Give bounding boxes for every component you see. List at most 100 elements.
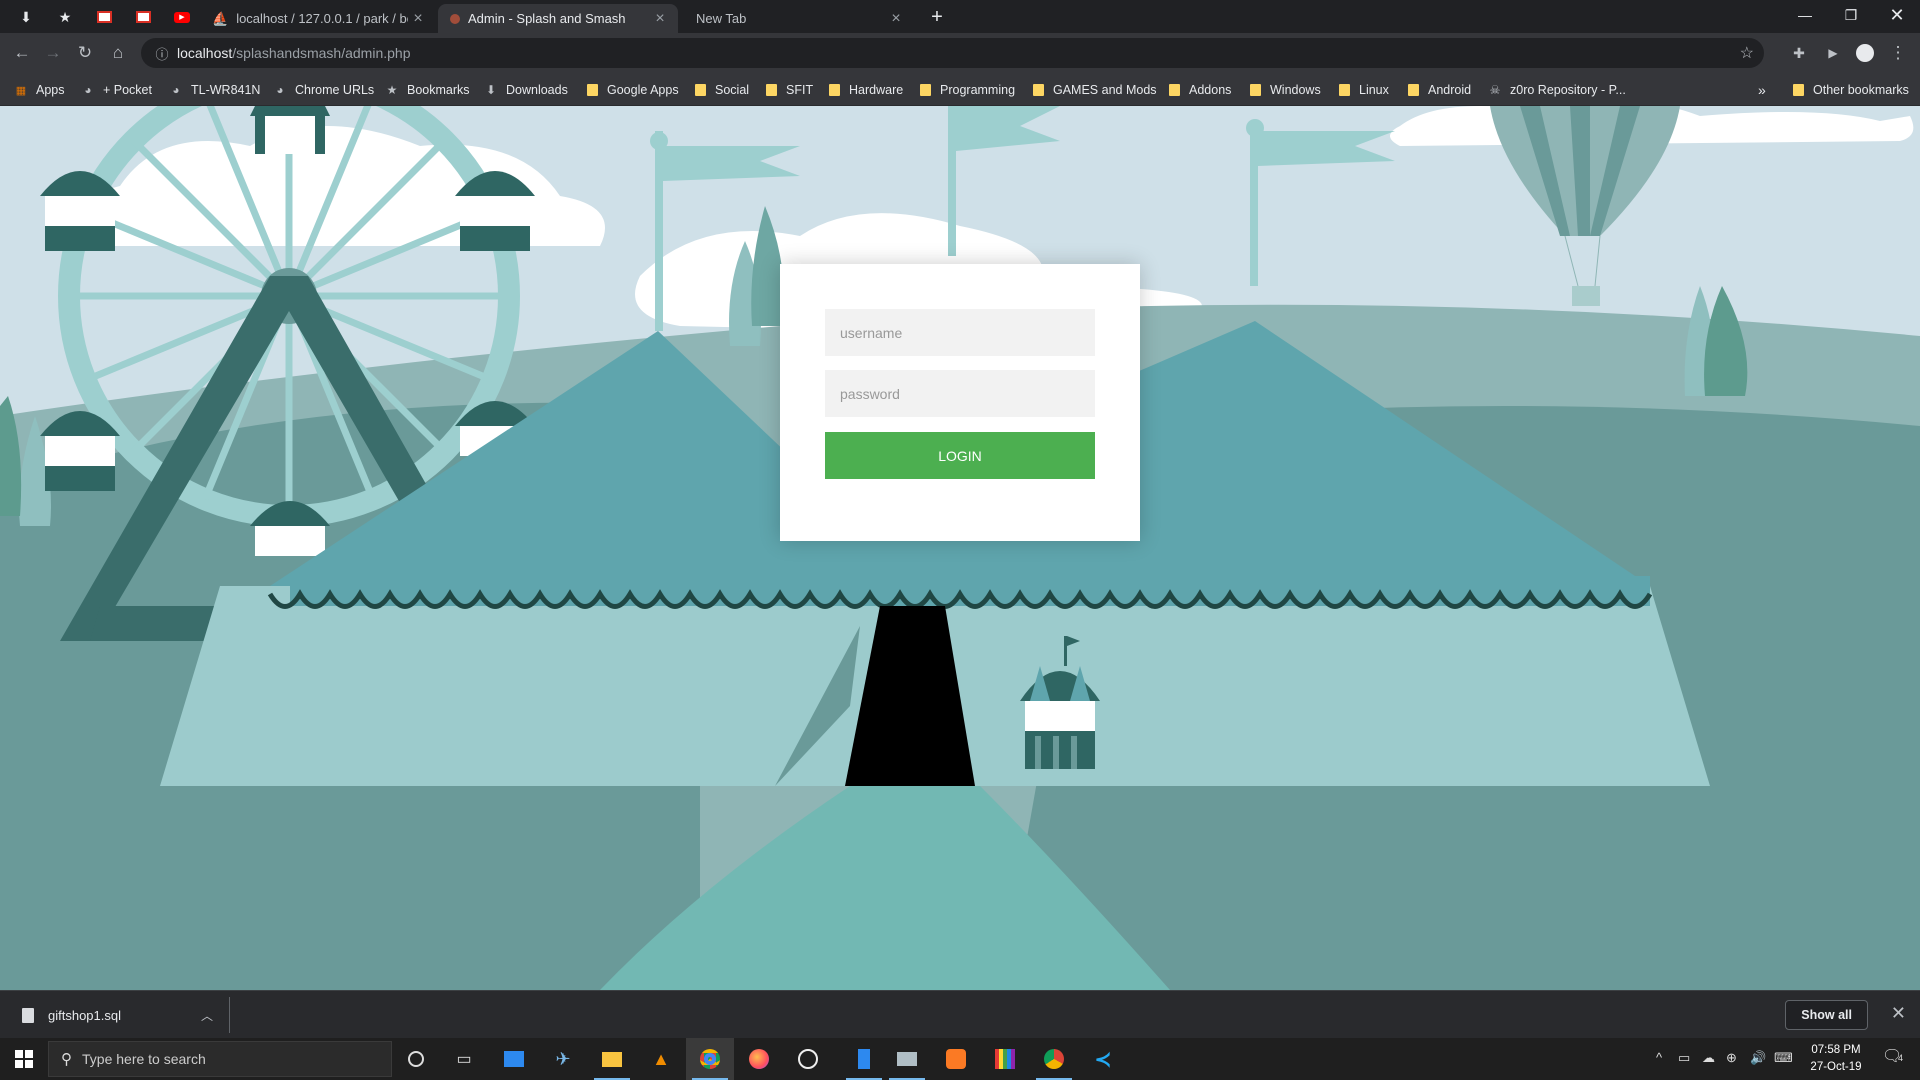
close-icon[interactable]: × — [650, 10, 670, 28]
bookmark-folder-social[interactable]: Social — [693, 81, 749, 99]
pinned-tab-youtube[interactable]: ▶ — [165, 4, 199, 30]
bookmark-downloads[interactable]: ⬇ Downloads — [484, 81, 568, 99]
taskbar-app-devices[interactable] — [840, 1038, 888, 1080]
menu-button[interactable]: ⋮ — [1886, 41, 1910, 65]
windows-logo-icon — [15, 1050, 33, 1068]
action-center-button[interactable]: 🗨 4 — [1882, 1046, 1903, 1066]
cortana-circle-icon — [408, 1051, 424, 1067]
app-icon — [798, 1049, 818, 1069]
bookmark-z0ro-repository[interactable]: ☠ z0ro Repository - P... — [1488, 81, 1626, 99]
taskbar-file-explorer[interactable] — [588, 1038, 636, 1080]
bookmark-folder-windows[interactable]: Windows — [1248, 81, 1321, 99]
tab-phpmyadmin[interactable]: ⛵ localhost / 127.0.0.1 / park / boo × — [200, 4, 436, 33]
taskbar-app-windows[interactable] — [883, 1038, 931, 1080]
show-all-button[interactable]: Show all — [1785, 1000, 1868, 1030]
back-button[interactable]: ← — [10, 41, 34, 65]
close-icon[interactable]: × — [408, 10, 428, 28]
taskbar-app-bars[interactable] — [981, 1038, 1029, 1080]
forward-button[interactable]: → — [41, 41, 65, 65]
folder-icon — [827, 83, 841, 97]
task-view-button[interactable]: ▭ — [440, 1038, 488, 1080]
taskbar-xampp[interactable] — [932, 1038, 980, 1080]
reload-button[interactable]: ↻ — [73, 41, 97, 65]
profile-button[interactable] — [1853, 41, 1877, 65]
home-button[interactable]: ⌂ — [106, 41, 130, 65]
arrow-right-icon: → — [44, 43, 62, 62]
bookmark-star-icon[interactable]: ☆ — [1740, 43, 1754, 63]
bookmark-folder-linux[interactable]: Linux — [1337, 81, 1389, 99]
taskbar-vscode[interactable]: ≺ — [1079, 1038, 1127, 1080]
bookmarks-overflow-button[interactable]: » — [1758, 81, 1766, 99]
chevron-up-icon[interactable]: ︿ — [201, 1007, 213, 1024]
username-input[interactable] — [825, 309, 1095, 356]
tab-admin-splash[interactable]: Admin - Splash and Smash × — [438, 4, 678, 33]
bookmark-folder-hardware[interactable]: Hardware — [827, 81, 903, 99]
address-bar[interactable]: ⓘ localhost/splashandsmash/admin.php ☆ — [141, 38, 1764, 68]
bookmark-label: TL-WR841N — [191, 83, 261, 97]
bookmark-folder-programming[interactable]: Programming — [918, 81, 1015, 99]
pinned-tab-downloads[interactable]: ⬇ — [9, 4, 43, 30]
bookmark-folder-sfit[interactable]: SFIT — [764, 81, 813, 99]
close-icon[interactable]: ✕ — [1891, 1003, 1906, 1024]
kebab-menu-icon: ⋮ — [1889, 43, 1907, 62]
bookmark-folder-addons[interactable]: Addons — [1167, 81, 1231, 99]
media-button[interactable]: ▶ — [1821, 41, 1845, 65]
bookmark-label: Windows — [1270, 83, 1321, 97]
globe-icon: ◕ — [172, 83, 180, 97]
extensions-button[interactable]: ✚ — [1787, 41, 1811, 65]
login-form: LOGIN — [780, 264, 1140, 541]
taskbar-chrome[interactable] — [686, 1038, 734, 1080]
xampp-icon — [946, 1049, 966, 1069]
keyboard-icon[interactable]: ⌨ — [1774, 1050, 1793, 1066]
taskbar-vlc[interactable]: ▲ — [637, 1038, 685, 1080]
bookmark-other-bookmarks[interactable]: Other bookmarks — [1791, 81, 1909, 99]
bookmark-folder-google-apps[interactable]: Google Apps — [585, 81, 679, 99]
firefox-icon — [749, 1049, 769, 1069]
bookmark-pocket[interactable]: ◕ + Pocket — [81, 81, 152, 99]
folder-icon — [918, 83, 932, 97]
tab-new-tab[interactable]: New Tab × — [678, 4, 914, 33]
download-icon: ⬇ — [20, 8, 32, 25]
skull-icon: ☠ — [1489, 83, 1501, 97]
globe-icon[interactable]: ⊕ — [1726, 1050, 1737, 1066]
start-button[interactable] — [0, 1038, 48, 1080]
close-icon[interactable]: × — [886, 10, 906, 28]
bookmark-folder-android[interactable]: Android — [1406, 81, 1471, 99]
taskbar-firefox[interactable] — [735, 1038, 783, 1080]
bookmark-label: Apps — [36, 83, 65, 97]
pinned-tab-gmail-2[interactable] — [126, 4, 160, 30]
bookmark-label: Other bookmarks — [1813, 83, 1909, 97]
carnival-background-illustration — [0, 106, 1920, 990]
pinned-tab-bookmarks[interactable]: ★ — [48, 4, 82, 30]
pinned-tab-gmail-1[interactable] — [87, 4, 121, 30]
folder-icon — [1791, 83, 1805, 97]
bookmark-apps[interactable]: ▦ Apps — [14, 81, 65, 99]
login-button[interactable]: LOGIN — [825, 432, 1095, 479]
system-clock[interactable]: 07:58 PM 27-Oct-19 — [1796, 1042, 1876, 1076]
download-item[interactable]: giftshop1.sql ︿ — [10, 997, 230, 1033]
taskbar-search-box[interactable]: ⚲ Type here to search — [48, 1041, 392, 1077]
folder-icon — [764, 83, 778, 97]
volume-icon[interactable]: 🔊 — [1750, 1050, 1766, 1066]
info-icon[interactable]: ⓘ — [147, 44, 177, 63]
restore-button[interactable]: ❐ — [1828, 0, 1874, 30]
chevron-up-icon[interactable]: ^ — [1656, 1050, 1662, 1065]
bookmark-chrome-urls[interactable]: ◕ Chrome URLs — [273, 81, 374, 99]
minimize-button[interactable]: — — [1782, 0, 1828, 30]
bookmark-label: Bookmarks — [407, 83, 470, 97]
close-window-button[interactable]: ✕ — [1874, 0, 1920, 30]
taskbar-app-steam[interactable] — [784, 1038, 832, 1080]
bookmark-bookmarks[interactable]: ★ Bookmarks — [385, 81, 470, 99]
tab-title: New Tab — [696, 11, 747, 26]
network-device-icon[interactable]: ▭ — [1678, 1050, 1690, 1066]
bookmark-tl-wr841n[interactable]: ◕ TL-WR841N — [169, 81, 260, 99]
cortana-button[interactable] — [392, 1038, 440, 1080]
taskbar-app-store[interactable] — [490, 1038, 538, 1080]
taskbar-app-plane[interactable]: ✈ — [539, 1038, 587, 1080]
taskbar-chrome-alt[interactable] — [1030, 1038, 1078, 1080]
app-icon — [897, 1052, 917, 1066]
new-tab-button[interactable]: + — [920, 4, 954, 30]
bookmark-folder-games[interactable]: GAMES and Mods — [1031, 81, 1157, 99]
password-input[interactable] — [825, 370, 1095, 417]
onedrive-icon[interactable]: ☁ — [1702, 1050, 1715, 1066]
